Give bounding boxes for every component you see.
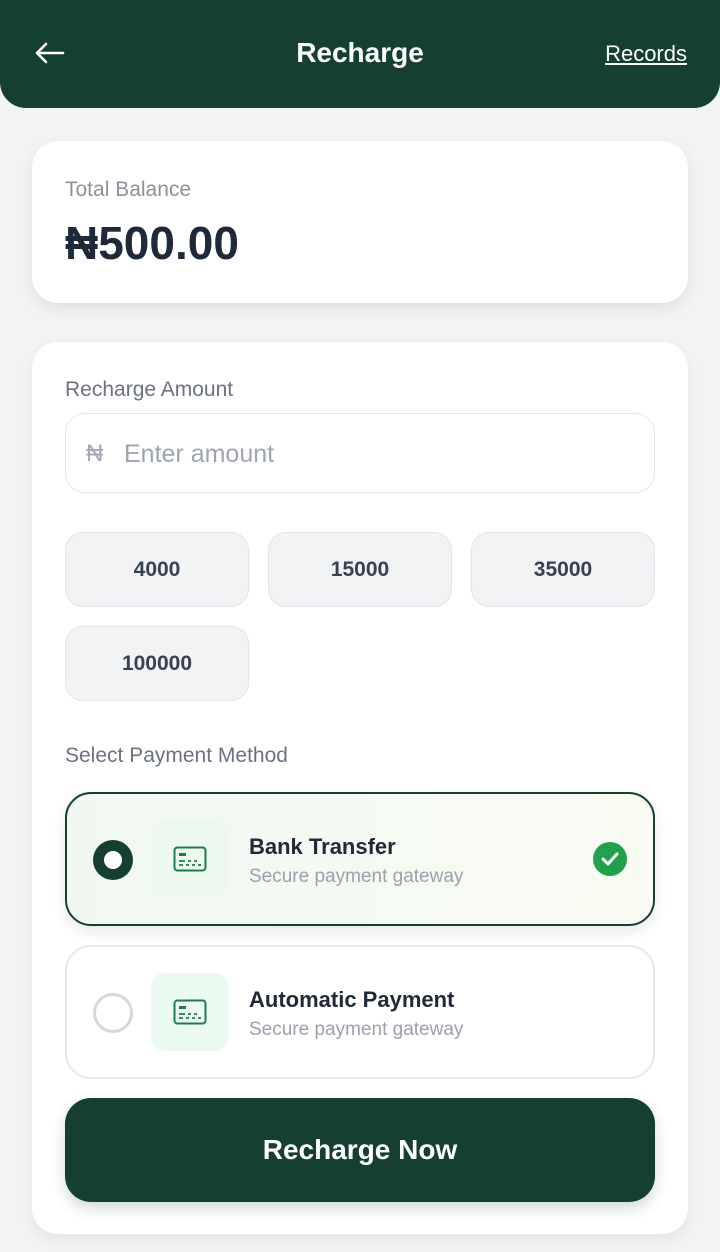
check-icon: [593, 842, 627, 876]
radio-button-unselected[interactable]: [93, 993, 133, 1033]
quick-amount-chip[interactable]: 100000: [65, 626, 249, 701]
quick-amount-chip[interactable]: 4000: [65, 532, 249, 607]
recharge-amount-label: Recharge Amount: [65, 378, 234, 401]
card-icon: [151, 820, 229, 898]
balance-card: Total Balance ₦500.00: [32, 141, 688, 303]
card-icon: [151, 973, 229, 1051]
payment-method-name: Bank Transfer: [249, 834, 396, 859]
quick-amount-chip[interactable]: 15000: [268, 532, 452, 607]
payment-method-subtitle: Secure payment gateway: [249, 1019, 464, 1040]
balance-label: Total Balance: [65, 178, 192, 201]
payment-method-name: Automatic Payment: [249, 987, 455, 1012]
payment-method-label: Select Payment Method: [65, 744, 288, 767]
payment-option-automatic-payment[interactable]: Automatic Payment Secure payment gateway: [65, 945, 655, 1079]
recharge-form-card: Recharge Amount ₦ 4000 15000 35000 10000…: [32, 342, 688, 1234]
amount-input[interactable]: [124, 432, 624, 476]
recharge-now-button[interactable]: Recharge Now: [65, 1098, 655, 1202]
amount-field[interactable]: ₦: [65, 413, 655, 493]
payment-option-bank-transfer[interactable]: Bank Transfer Secure payment gateway: [65, 792, 655, 926]
naira-icon: ₦: [86, 440, 104, 467]
records-link[interactable]: Records: [605, 40, 687, 68]
top-app-bar: Recharge Records: [0, 0, 720, 108]
balance-value: ₦500.00: [65, 217, 239, 269]
radio-button-selected[interactable]: [93, 840, 133, 880]
payment-method-subtitle: Secure payment gateway: [249, 866, 464, 887]
quick-amount-chip[interactable]: 35000: [471, 532, 655, 607]
